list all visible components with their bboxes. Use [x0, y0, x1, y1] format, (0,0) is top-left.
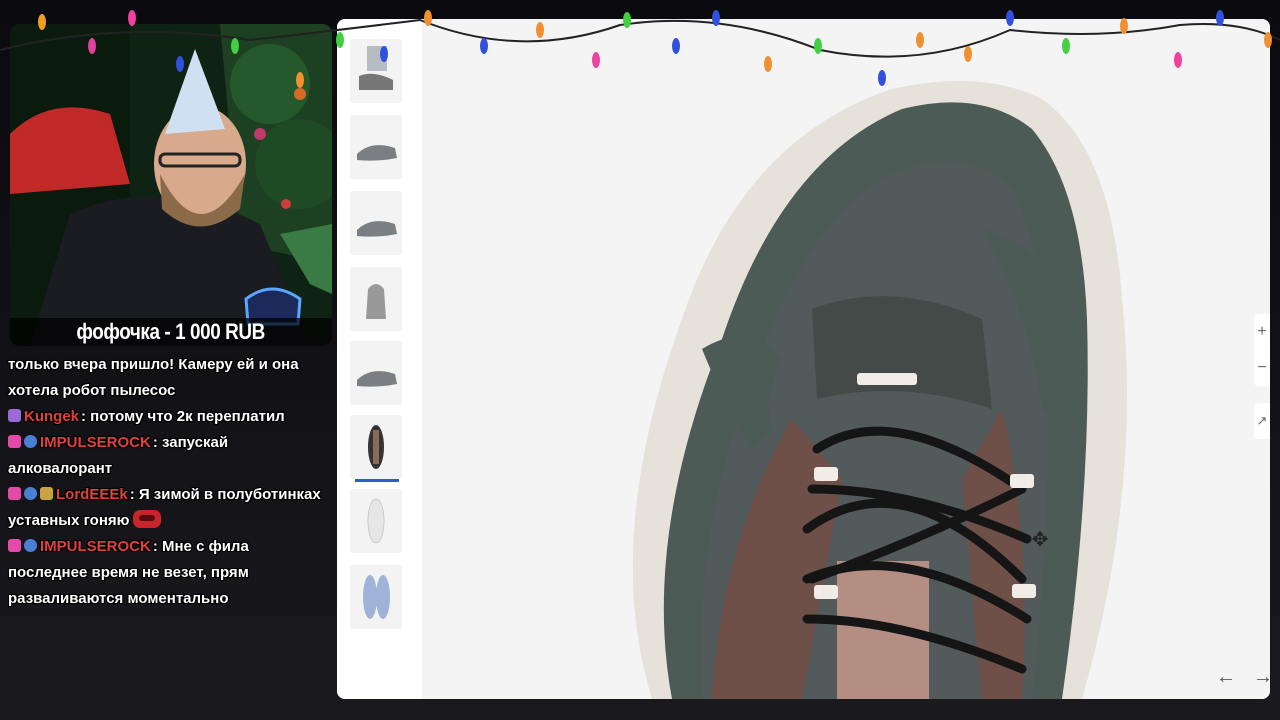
chat-badge-icon: [8, 539, 21, 552]
chat-emote-icon: [133, 510, 162, 528]
zoom-controls: + −: [1254, 314, 1270, 386]
chat-panel: только вчера пришло! Камеру ей и она хот…: [8, 352, 328, 612]
chat-message: IMPULSEROCK: запускай алковалорант: [8, 430, 328, 482]
thumbnail-list: [337, 19, 422, 699]
chat-username[interactable]: IMPULSEROCK: [40, 538, 151, 555]
chat-message: IMPULSEROCK: Мне с фила последнее время …: [8, 534, 328, 612]
zoom-in-button[interactable]: +: [1257, 323, 1266, 341]
chat-badge-icon: [24, 487, 37, 500]
move-cursor-icon: ✥: [1031, 529, 1049, 551]
webcam-scene: [10, 24, 332, 346]
thumbnail-sneaker-on-foot-view[interactable]: [350, 39, 402, 103]
zoom-out-button[interactable]: −: [1257, 359, 1266, 377]
chat-text: только вчера пришло! Камеру ей и она хот…: [8, 356, 299, 399]
chat-text: : потому что 2к переплатил: [81, 408, 285, 425]
thumbnail-sneaker-top-view[interactable]: [350, 415, 402, 479]
thumbnail-sneaker-sole-view[interactable]: [350, 489, 402, 553]
chat-username[interactable]: Kungek: [24, 408, 79, 425]
chat-badge-icon: [40, 487, 53, 500]
expand-button[interactable]: ↗: [1254, 403, 1270, 439]
thumbnail-sneaker-outer-side-view[interactable]: [350, 341, 402, 405]
thumbnail-sneaker-back-view[interactable]: [350, 267, 402, 331]
chat-badge-icon: [8, 409, 21, 422]
chat-username[interactable]: IMPULSEROCK: [40, 434, 151, 451]
product-image-viewer: + − ↗ ← →: [337, 19, 1270, 699]
chat-message: только вчера пришло! Камеру ей и она хот…: [8, 352, 328, 404]
thumbnail-sneaker-angled-view[interactable]: [350, 191, 402, 255]
chat-badge-icon: [8, 487, 21, 500]
chat-badge-icon: [24, 435, 37, 448]
active-thumbnail-indicator: [355, 479, 399, 482]
chat-badge-icon: [24, 539, 37, 552]
chat-text: : Я зимой в полуботинках уставных гоняю: [8, 486, 321, 529]
chat-username[interactable]: LordEEEk: [56, 486, 128, 503]
donation-banner: фофочка - 1 000 RUB: [10, 318, 332, 346]
main-product-image[interactable]: [422, 19, 1270, 699]
thumbnail-insole-view[interactable]: [350, 565, 402, 629]
chat-badge-icon: [8, 435, 21, 448]
previous-image-button[interactable]: ←: [1212, 665, 1240, 689]
next-image-button[interactable]: →: [1253, 665, 1270, 689]
chat-message: LordEEEk: Я зимой в полуботинках уставны…: [8, 482, 328, 534]
chat-message: Kungek: потому что 2к переплатил: [8, 404, 328, 430]
webcam-overlay: фофочка - 1 000 RUB: [10, 24, 332, 346]
donation-text: фофочка - 1 000 RUB: [76, 319, 266, 344]
thumbnail-sneaker-side-view[interactable]: [350, 115, 402, 179]
